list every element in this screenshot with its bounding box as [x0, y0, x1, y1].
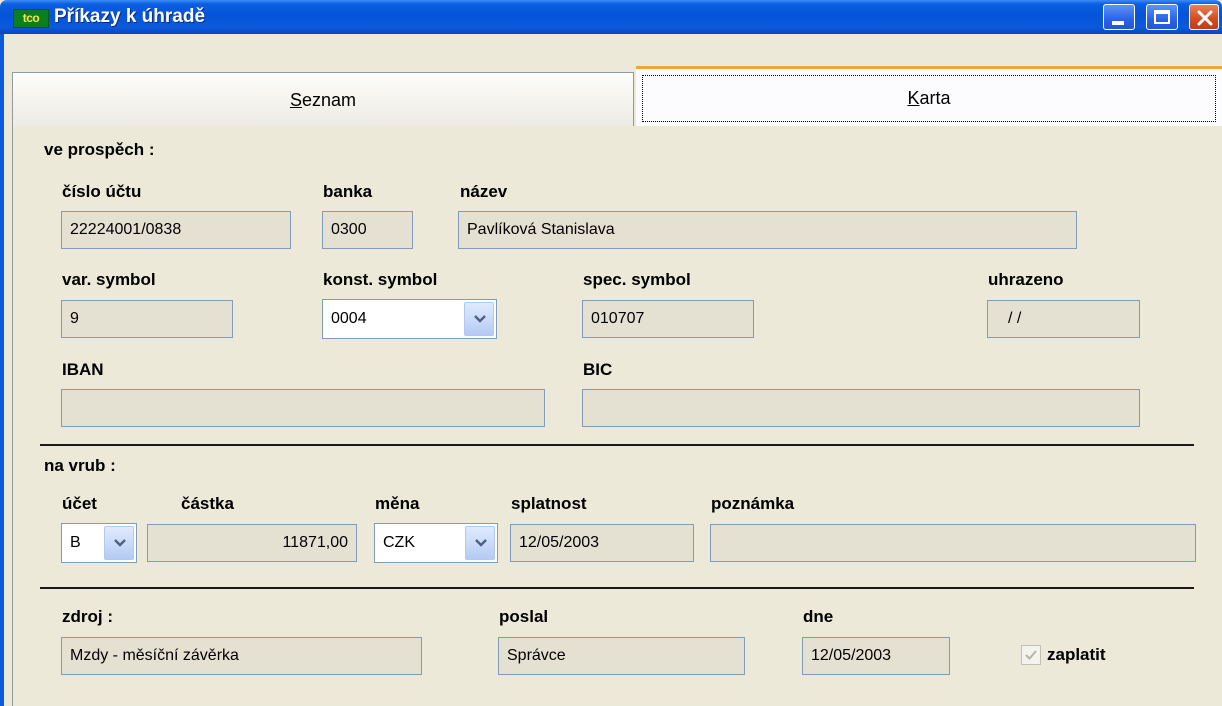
splatnost-label: splatnost [511, 494, 587, 513]
mena-value: CZK [383, 534, 415, 551]
tab-seznam[interactable]: Seznam [12, 72, 634, 126]
section-divider [40, 587, 1194, 589]
castka-label: částka [181, 494, 234, 513]
checkmark-icon [1025, 650, 1037, 660]
banka-field[interactable]: 0300 [322, 211, 413, 249]
tab-karta[interactable]: Karta [636, 66, 1222, 128]
castka-field[interactable]: 11871,00 [147, 524, 357, 562]
cislo-uctu-label: číslo účtu [62, 182, 142, 201]
bic-label: BIC [583, 360, 613, 379]
section-divider [40, 444, 1194, 446]
mena-dropdown-button[interactable] [465, 526, 495, 560]
poznamka-field[interactable] [710, 524, 1196, 562]
na-vrub-heading: na vrub : [44, 456, 116, 475]
chevron-down-icon [474, 315, 486, 323]
ucet-label: účet [62, 494, 97, 513]
konst-symbol-value: 0004 [331, 310, 367, 327]
var-symbol-field[interactable]: 9 [61, 300, 233, 338]
dne-label: dne [803, 607, 834, 626]
spec-symbol-field[interactable]: 010707 [582, 300, 754, 338]
uhrazeno-field[interactable]: / / [987, 300, 1140, 338]
var-symbol-label: var. symbol [62, 270, 156, 289]
zdroj-label: zdroj : [62, 607, 113, 626]
poznamka-label: poznámka [711, 494, 795, 513]
poslal-field[interactable]: Správce [498, 637, 745, 675]
konst-symbol-dropdown-button[interactable] [464, 302, 494, 336]
mena-select[interactable]: CZK [374, 523, 498, 563]
uhrazeno-label: uhrazeno [988, 270, 1064, 289]
iban-field[interactable] [61, 389, 545, 427]
splatnost-field[interactable]: 12/05/2003 [510, 524, 694, 562]
chevron-down-icon [475, 539, 487, 547]
window: tco Příkazy k úhradě Seznam Karta ve pro… [0, 0, 1222, 706]
ve-prospech-heading: ve prospěch : [44, 140, 155, 159]
tab-seznam-label: Seznam [289, 90, 357, 110]
zaplatit-label: zaplatit [1047, 645, 1106, 664]
nazev-field[interactable]: Pavlíková Stanislava [458, 211, 1077, 249]
minimize-button[interactable] [1103, 4, 1135, 30]
close-button[interactable] [1189, 4, 1219, 30]
cislo-uctu-field[interactable]: 22224001/0838 [61, 211, 291, 249]
bic-field[interactable] [582, 389, 1140, 427]
focus-rectangle [642, 75, 1216, 122]
chevron-down-icon [114, 539, 126, 547]
window-frame-left [0, 34, 4, 706]
maximize-button[interactable] [1146, 4, 1178, 30]
window-title: Příkazy k úhradě [54, 6, 206, 27]
iban-label: IBAN [62, 360, 104, 379]
poslal-label: poslal [499, 607, 549, 626]
maximize-icon [1154, 10, 1170, 24]
minimize-icon [1112, 21, 1124, 25]
mena-label: měna [375, 494, 420, 513]
zaplatit-checkbox[interactable] [1021, 645, 1041, 665]
spec-symbol-label: spec. symbol [583, 270, 691, 289]
close-icon [1197, 10, 1213, 26]
app-icon: tco [13, 9, 49, 28]
title-bar[interactable]: tco Příkazy k úhradě [0, 0, 1222, 34]
ucet-value: B [70, 534, 81, 551]
dne-field[interactable]: 12/05/2003 [802, 637, 950, 675]
nazev-label: název [460, 182, 508, 201]
konst-symbol-label: konst. symbol [323, 270, 438, 289]
banka-label: banka [323, 182, 373, 201]
zdroj-field[interactable]: Mzdy - měsíční závěrka [61, 637, 422, 675]
ucet-dropdown-button[interactable] [104, 526, 134, 560]
konst-symbol-select[interactable]: 0004 [322, 299, 497, 339]
ucet-select[interactable]: B [61, 523, 137, 563]
